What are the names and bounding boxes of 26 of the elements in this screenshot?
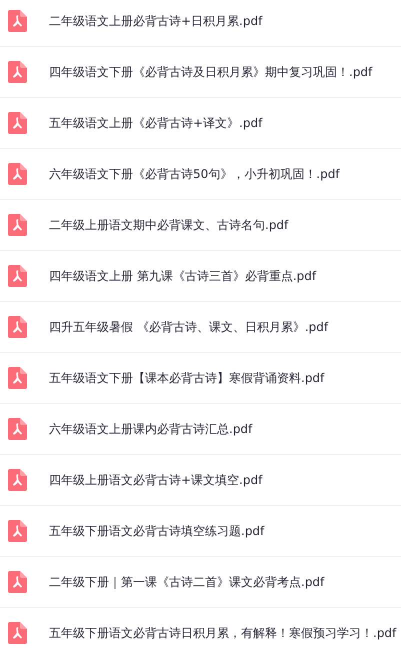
pdf-file-icon — [8, 61, 27, 83]
pdf-file-icon — [8, 571, 27, 593]
file-name[interactable]: 四年级上册语文必背古诗+课文填空.pdf — [49, 472, 262, 488]
file-name[interactable]: 四升五年级暑假 《必背古诗、课文、日积月累》.pdf — [49, 318, 328, 336]
pdf-file-icon — [8, 520, 27, 542]
pdf-file-icon — [8, 112, 27, 134]
pdf-file-icon — [8, 367, 27, 389]
pdf-file-icon — [8, 316, 27, 338]
file-name[interactable]: 六年级语文上册课内必背古诗汇总.pdf — [49, 420, 252, 438]
file-name[interactable]: 五年级语文上册《必背古诗+译文》.pdf — [49, 114, 262, 132]
pdf-file-icon — [8, 163, 27, 185]
file-name[interactable]: 五年级下册语文必背古诗日积月累，有解释！寒假预习学习！.pdf — [49, 624, 396, 642]
pdf-file-icon — [8, 265, 27, 287]
file-name[interactable]: 二年级下册｜第一课《古诗二首》课文必背考点.pdf — [49, 574, 324, 590]
file-name[interactable]: 四年级语文上册 第九课《古诗三首》必背重点.pdf — [49, 268, 316, 284]
pdf-file-icon — [8, 469, 27, 491]
file-name[interactable]: 二年级上册语文期中必背课文、古诗名句.pdf — [49, 216, 288, 234]
file-name[interactable]: 五年级下册语文必背古诗填空练习题.pdf — [49, 522, 264, 540]
pdf-file-icon — [8, 418, 27, 440]
file-name[interactable]: 二年级语文上册必背古诗+日积月累.pdf — [49, 12, 262, 30]
file-name[interactable]: 六年级语文下册《必背古诗50句》，小升初巩固！.pdf — [49, 166, 340, 182]
pdf-file-icon — [8, 214, 27, 236]
file-name[interactable]: 五年级语文下册【课本必背古诗】寒假背诵资料.pdf — [49, 370, 324, 386]
pdf-file-icon — [8, 10, 27, 32]
pdf-file-icon — [8, 622, 27, 644]
file-name[interactable]: 四年级语文下册《必背古诗及日积月累》期中复习巩固！.pdf — [49, 64, 372, 80]
